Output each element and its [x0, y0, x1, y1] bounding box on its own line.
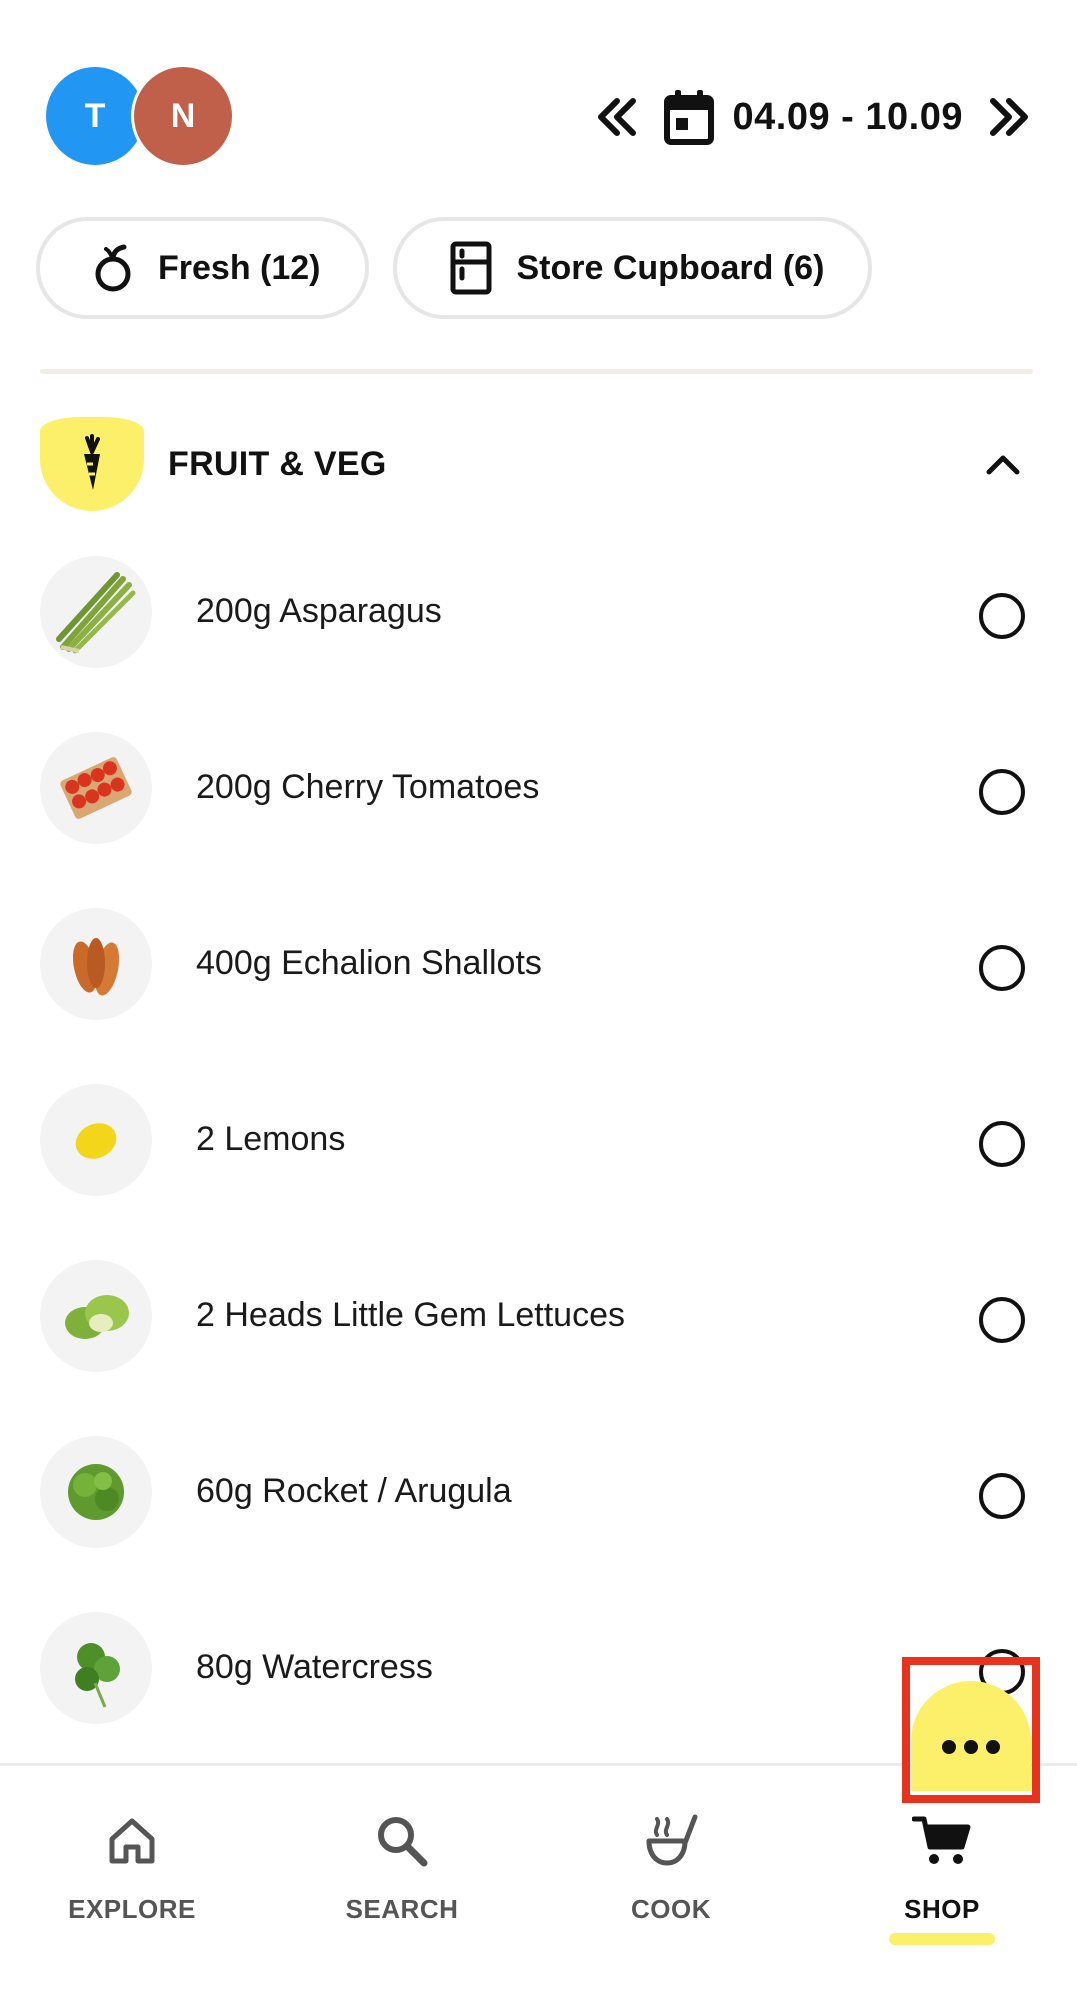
store-cupboard-chip-label: Store Cupboard (6) [516, 248, 825, 287]
item-label: 400g Echalion Shallots [196, 944, 542, 982]
item-checkbox[interactable] [979, 945, 1025, 991]
tab-search-label: SEARCH [345, 1894, 459, 1924]
collapse-category-button[interactable] [973, 434, 1033, 494]
item-label: 2 Lemons [196, 1120, 346, 1158]
item-label: 80g Watercress [196, 1648, 433, 1686]
active-tab-indicator [889, 1933, 995, 1945]
list-item[interactable]: 2 Lemons [40, 1084, 1033, 1260]
double-chevron-left-icon [597, 98, 636, 136]
list-item[interactable]: 2 Heads Little Gem Lettuces [40, 1260, 1033, 1436]
header: T N 04.09 - 10.09 [0, 0, 1077, 200]
list-item[interactable]: 200g Asparagus [40, 556, 1033, 732]
rocket-image [40, 1436, 152, 1548]
tab-explore-label: EXPLORE [68, 1894, 196, 1924]
list-item[interactable]: 80g Watercress [40, 1612, 1033, 1788]
bottom-navigation: EXPLORE SEARCH COOK SHOP [0, 1763, 1077, 1997]
carrot-icon [84, 434, 100, 490]
avatar-n[interactable]: N [131, 64, 235, 168]
more-options-button[interactable] [911, 1681, 1031, 1791]
category-header[interactable]: FRUIT & VEG [40, 417, 1033, 511]
next-week-button[interactable] [981, 89, 1037, 145]
list-item[interactable]: 400g Echalion Shallots [40, 908, 1033, 1084]
item-label: 2 Heads Little Gem Lettuces [196, 1296, 626, 1334]
apple-icon [95, 244, 131, 292]
tab-explore[interactable]: EXPLORE [42, 1806, 222, 1956]
category-icon-badge [40, 417, 144, 511]
calendar-icon [663, 90, 714, 145]
search-icon [378, 1817, 428, 1867]
home-icon [109, 1818, 155, 1864]
fresh-chip-label: Fresh (12) [158, 248, 321, 287]
cooking-pot-icon [646, 1814, 698, 1866]
lettuce-image [40, 1260, 152, 1372]
list-item[interactable]: 60g Rocket / Arugula [40, 1436, 1033, 1612]
list-item[interactable]: 200g Cherry Tomatoes [40, 732, 1033, 908]
item-checkbox[interactable] [979, 769, 1025, 815]
tab-cook-label: COOK [631, 1894, 711, 1924]
item-label: 200g Asparagus [196, 592, 442, 630]
ingredient-list: 200g Asparagus 200g Cherry Tomatoes 400g… [40, 556, 1033, 1788]
shallots-image [40, 908, 152, 1020]
tab-shop-label: SHOP [904, 1894, 980, 1924]
item-label: 200g Cherry Tomatoes [196, 768, 540, 806]
category-title: FRUIT & VEG [168, 444, 387, 483]
fresh-filter-chip[interactable]: Fresh (12) [36, 217, 369, 319]
item-checkbox[interactable] [979, 1473, 1025, 1519]
date-range[interactable]: 04.09 - 10.09 [733, 96, 963, 139]
item-checkbox[interactable] [979, 1121, 1025, 1167]
cupboard-icon [450, 241, 491, 295]
week-navigator: 04.09 - 10.09 [589, 82, 1037, 152]
watercress-image [40, 1612, 152, 1724]
item-checkbox[interactable] [979, 593, 1025, 639]
store-cupboard-filter-chip[interactable]: Store Cupboard (6) [392, 217, 873, 319]
tab-search[interactable]: SEARCH [312, 1806, 492, 1956]
shopping-cart-icon [912, 1816, 971, 1864]
lemon-image [40, 1084, 152, 1196]
asparagus-image [40, 556, 152, 668]
filter-chips: Fresh (12) Store Cupboard (6) [36, 217, 873, 319]
item-label: 60g Rocket / Arugula [196, 1472, 512, 1510]
tab-cook[interactable]: COOK [581, 1806, 761, 1956]
previous-week-button[interactable] [589, 89, 645, 145]
item-checkbox[interactable] [979, 1297, 1025, 1343]
cherry-tomatoes-image [40, 732, 152, 844]
more-dots-icon [942, 1740, 1000, 1754]
chevron-up-icon [986, 455, 1020, 475]
double-chevron-right-icon [990, 98, 1028, 136]
section-divider [40, 369, 1033, 374]
